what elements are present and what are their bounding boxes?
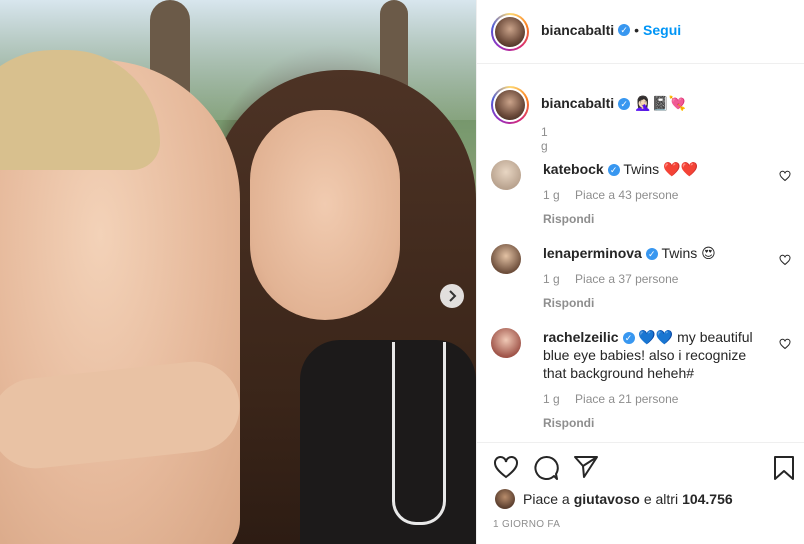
photo-drawstring (392, 342, 446, 525)
comment-username[interactable]: katebock (543, 161, 604, 177)
chevron-right-icon (449, 290, 457, 302)
verified-icon: ✓ (618, 98, 631, 111)
comment-username[interactable]: lenaperminova (543, 245, 642, 261)
photo-woman-face (250, 110, 400, 320)
verified-icon: ✓ (618, 24, 631, 36)
verified-icon: ✓ (645, 248, 658, 261)
caption-text: 🤦🏻‍♀️📓💘 (634, 95, 687, 111)
liker-username[interactable]: giutavoso (574, 491, 640, 507)
post-header: biancabalti ✓ • Segui (477, 0, 804, 64)
header-separator: • (634, 22, 640, 38)
comment-body: rachelzeilic ✓ 💙💙 my beautiful blue eye b… (543, 328, 758, 432)
next-photo-button[interactable] (440, 284, 464, 308)
comment-time: 1 g (543, 272, 560, 286)
comment-meta: 1 g Piace a 43 persone Rispondi (543, 186, 758, 228)
reply-button[interactable]: Rispondi (543, 294, 746, 312)
comment-likes[interactable]: Piace a 37 persone (575, 272, 678, 286)
post-time: 1 GIORNO FA (493, 519, 561, 530)
comment-likes[interactable]: Piace a 43 persone (575, 188, 678, 202)
caption-time: 1 g (541, 125, 548, 153)
commenter-avatar[interactable] (491, 160, 521, 190)
comment-body: lenaperminova ✓ Twins 😍 1 g Piace a 37 pe… (543, 244, 758, 312)
bookmark-icon[interactable] (773, 455, 795, 481)
photo-woman-top (300, 340, 476, 544)
comment-text: Twins ❤️❤️ (623, 161, 698, 177)
post-photo (0, 0, 476, 544)
verified-icon: ✓ (607, 164, 620, 177)
share-icon[interactable] (573, 455, 599, 479)
likes-prefix: Piace a (523, 491, 570, 507)
heart-icon[interactable] (779, 254, 791, 266)
caption-line: biancabalti ✓ 🤦🏻‍♀️📓💘 (541, 95, 686, 112)
caption-username[interactable]: biancabalti (541, 95, 614, 111)
comment-meta: 1 g Piace a 21 persone Rispondi (543, 390, 758, 432)
comment-time: 1 g (543, 188, 560, 202)
comment-text: Twins 😍 (661, 245, 716, 261)
author-avatar[interactable] (491, 13, 529, 51)
follow-button[interactable]: Segui (643, 22, 681, 38)
heart-icon[interactable] (779, 338, 791, 350)
comment-body: katebock ✓ Twins ❤️❤️ 1 g Piace a 43 pers… (543, 160, 758, 228)
likes-count[interactable]: 104.756 (682, 491, 733, 507)
comments-list[interactable]: biancabalti ✓ 🤦🏻‍♀️📓💘 1 g katebock ✓ Twins… (477, 64, 804, 442)
heart-icon[interactable] (493, 455, 519, 479)
comment-username[interactable]: rachelzeilic (543, 329, 619, 345)
comment-time: 1 g (543, 392, 560, 406)
commenter-avatar[interactable] (491, 328, 521, 358)
caption-avatar[interactable] (491, 86, 529, 124)
comment-likes[interactable]: Piace a 21 persone (575, 392, 678, 406)
liker-avatar[interactable] (495, 489, 515, 509)
verified-icon: ✓ (622, 332, 635, 345)
comment-meta: 1 g Piace a 37 persone Rispondi (543, 270, 758, 312)
reply-button[interactable]: Rispondi (543, 210, 746, 228)
header-username[interactable]: biancabalti (541, 22, 614, 38)
header-user-line: biancabalti ✓ • Segui (541, 22, 681, 38)
post-side-panel: biancabalti ✓ • Segui biancabalti ✓ 🤦🏻‍♀️… (476, 0, 804, 544)
comment-icon[interactable] (533, 455, 559, 481)
likes-suffix: e altri (643, 491, 679, 507)
commenter-avatar[interactable] (491, 244, 521, 274)
likes-summary: Piace a giutavoso e altri 104.756 (495, 489, 737, 509)
reply-button[interactable]: Rispondi (543, 414, 746, 432)
post-actions: Piace a giutavoso e altri 104.756 1 GIOR… (477, 442, 804, 544)
heart-icon[interactable] (779, 170, 791, 182)
